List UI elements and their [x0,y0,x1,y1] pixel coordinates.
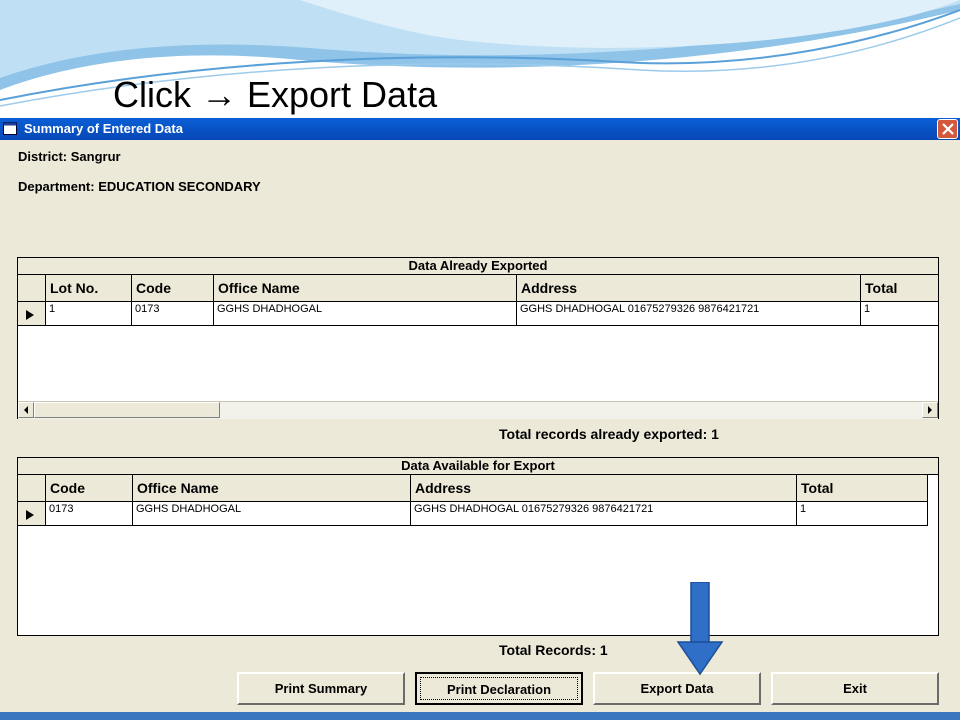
department-key: Department: [18,179,95,194]
scroll-thumb[interactable] [34,402,220,418]
row-selector[interactable] [18,502,46,526]
grid-corner [18,475,46,502]
available-total-text: Total Records: 1 [499,642,608,658]
scroll-left-button[interactable] [18,402,34,418]
table-cell[interactable]: GGHS DHADHOGAL 01675279326 9876421721 [411,502,797,526]
department-label: Department: EDUCATION SECONDARY [18,179,261,194]
column-header-office-name[interactable]: Office Name [133,475,411,502]
close-icon [942,123,954,135]
table-cell[interactable]: 0173 [132,302,214,326]
district-label: District: Sangrur [18,149,121,164]
table-cell[interactable]: 0173 [46,502,133,526]
horizontal-scrollbar[interactable] [18,401,938,419]
print-summary-button[interactable]: Print Summary [237,672,405,705]
window-title: Summary of Entered Data [24,121,183,136]
column-header-total[interactable]: Total [861,275,938,302]
grid-corner [18,275,46,302]
summary-window: Summary of Entered Data District: Sangru… [0,118,960,720]
row-pointer-icon [26,310,34,320]
exported-data-grid[interactable]: Data Already Exported Lot No. Code Offic… [17,257,939,419]
column-header-code[interactable]: Code [46,475,133,502]
window-titlebar[interactable]: Summary of Entered Data [0,118,960,140]
column-header-address[interactable]: Address [517,275,861,302]
exit-button[interactable]: Exit [771,672,939,705]
column-header-lot-no[interactable]: Lot No. [46,275,132,302]
table-cell[interactable]: 1 [797,502,928,526]
close-button[interactable] [937,119,958,139]
app-window-icon [3,122,17,135]
print-declaration-label: Print Declaration [420,677,578,700]
down-arrow-annotation [676,582,724,676]
table-cell[interactable]: 1 [46,302,132,326]
scroll-right-icon [928,406,932,414]
exported-total-text: Total records already exported: 1 [499,426,719,442]
available-data-grid[interactable]: Data Available for Export Code Office Na… [17,457,939,636]
table-cell[interactable]: GGHS DHADHOGAL [133,502,411,526]
table-cell[interactable]: 1 [861,302,938,326]
column-header-total[interactable]: Total [797,475,928,502]
slide-title: Click → Export Data [113,74,438,115]
district-key: District: [18,149,68,164]
department-value: EDUCATION SECONDARY [98,179,261,194]
column-header-code[interactable]: Code [132,275,214,302]
available-grid-caption: Data Available for Export [18,458,938,475]
column-header-office-name[interactable]: Office Name [214,275,517,302]
row-pointer-icon [26,510,34,520]
row-selector[interactable] [18,302,46,326]
print-declaration-button[interactable]: Print Declaration [415,672,583,705]
table-cell[interactable]: GGHS DHADHOGAL 01675279326 9876421721 [517,302,861,326]
scroll-right-button[interactable] [922,402,938,418]
column-header-address[interactable]: Address [411,475,797,502]
exported-grid-caption: Data Already Exported [18,258,938,275]
table-cell[interactable]: GGHS DHADHOGAL [214,302,517,326]
district-value: Sangrur [70,149,121,164]
scroll-left-icon [24,406,28,414]
slide-bottom-strip [0,712,960,720]
export-data-button[interactable]: Export Data [593,672,761,705]
